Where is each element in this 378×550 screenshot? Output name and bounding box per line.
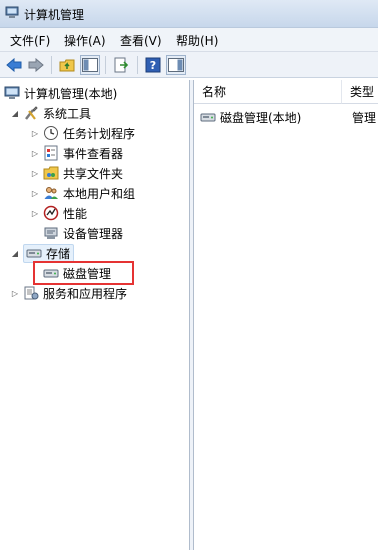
back-button[interactable] bbox=[4, 55, 24, 75]
tree-item-event-viewer[interactable]: ▷ 事件查看器 bbox=[30, 144, 123, 162]
column-header-label: 名称 bbox=[202, 85, 227, 99]
menu-view[interactable]: 查看(V) bbox=[120, 32, 162, 49]
list-pane[interactable]: 名称 类型 磁盘管理(本地) 管理 bbox=[194, 80, 378, 550]
menu-action[interactable]: 操作(A) bbox=[64, 32, 106, 49]
list-item[interactable]: 磁盘管理(本地) bbox=[200, 108, 301, 126]
toolbar: ? bbox=[0, 52, 378, 78]
column-header-label: 类型 bbox=[350, 85, 375, 99]
forward-button[interactable] bbox=[26, 55, 46, 75]
up-folder-icon bbox=[59, 59, 75, 72]
list-item-type: 管理 bbox=[352, 108, 376, 126]
title-bar: 计算机管理 bbox=[0, 0, 378, 28]
expand-arrow-icon[interactable]: ▷ bbox=[30, 208, 40, 218]
expand-arrow-icon[interactable]: ▷ bbox=[10, 288, 20, 298]
tree-item-label: 任务计划程序 bbox=[63, 126, 136, 141]
tree-pane[interactable]: 计算机管理(本地) ◢ 系统工具 ▷ 任务计划程序 ▷ 事件查看器 ▷ 共享文件… bbox=[0, 80, 190, 550]
list-item-name: 磁盘管理(本地) bbox=[220, 110, 302, 125]
window-title: 计算机管理 bbox=[24, 8, 85, 22]
tree-item-device-manager[interactable]: 设备管理器 bbox=[43, 224, 123, 242]
computer-management-icon bbox=[5, 6, 19, 18]
tree-item-task-scheduler[interactable]: ▷ 任务计划程序 bbox=[30, 124, 135, 142]
expand-arrow-icon[interactable]: ▷ bbox=[30, 128, 40, 138]
services-icon bbox=[24, 286, 39, 300]
svg-text:?: ? bbox=[150, 59, 156, 72]
back-arrow-icon bbox=[6, 58, 22, 72]
help-icon: ? bbox=[145, 57, 161, 73]
tree-item-root[interactable]: 计算机管理(本地) bbox=[4, 84, 117, 102]
column-header-type[interactable]: 类型 bbox=[342, 80, 378, 104]
tree-item-services-apps[interactable]: ▷ 服务和应用程序 bbox=[10, 284, 127, 302]
expand-arrow-icon[interactable]: ▷ bbox=[30, 168, 40, 178]
help-button[interactable]: ? bbox=[143, 55, 163, 75]
show-hide-action-icon bbox=[168, 58, 184, 72]
menu-bar: 文件(F) 操作(A) 查看(V) 帮助(H) bbox=[0, 28, 378, 52]
collapse-arrow-icon[interactable]: ◢ bbox=[10, 248, 20, 258]
tree-item-label: 共享文件夹 bbox=[63, 166, 124, 181]
tree-item-performance[interactable]: ▷ 性能 bbox=[30, 204, 87, 222]
tree-item-label: 存储 bbox=[46, 246, 71, 261]
tree-item-label: 计算机管理(本地) bbox=[24, 86, 118, 101]
tree-item-label: 系统工具 bbox=[43, 106, 92, 121]
tree-item-local-users[interactable]: ▷ 本地用户和组 bbox=[30, 184, 135, 202]
event-viewer-icon bbox=[44, 145, 58, 161]
performance-icon bbox=[43, 205, 59, 221]
expand-arrow-icon[interactable]: ▷ bbox=[30, 148, 40, 158]
column-header-name[interactable]: 名称 bbox=[194, 80, 342, 104]
show-hide-tree-icon bbox=[82, 58, 98, 72]
show-hide-action-pane-button[interactable] bbox=[166, 55, 186, 75]
tree-item-label: 事件查看器 bbox=[63, 146, 124, 161]
users-icon bbox=[44, 187, 58, 199]
tree-item-system-tools[interactable]: ◢ 系统工具 bbox=[10, 104, 91, 122]
disk-management-icon bbox=[200, 113, 216, 122]
highlight-annotation-box bbox=[33, 261, 134, 285]
tree-item-storage[interactable]: ◢ 存储 bbox=[10, 243, 75, 263]
up-level-button[interactable] bbox=[57, 55, 77, 75]
tree-item-label: 设备管理器 bbox=[63, 226, 124, 241]
storage-icon bbox=[26, 249, 42, 258]
show-hide-tree-button[interactable] bbox=[80, 55, 100, 75]
shared-folder-icon bbox=[43, 166, 59, 180]
expand-arrow-icon[interactable]: ▷ bbox=[30, 188, 40, 198]
menu-help[interactable]: 帮助(H) bbox=[176, 32, 218, 49]
export-list-button[interactable] bbox=[111, 55, 131, 75]
collapse-arrow-icon[interactable]: ◢ bbox=[10, 108, 20, 118]
tree-item-label: 本地用户和组 bbox=[63, 186, 136, 201]
tree-item-label: 性能 bbox=[63, 206, 88, 221]
storage-selection[interactable]: 存储 bbox=[23, 243, 75, 263]
tree-item-shared-folders[interactable]: ▷ 共享文件夹 bbox=[30, 164, 123, 182]
tools-icon bbox=[25, 106, 38, 120]
export-list-icon bbox=[114, 57, 129, 73]
clock-icon bbox=[44, 126, 58, 140]
tree-item-label: 服务和应用程序 bbox=[43, 286, 128, 301]
menu-file[interactable]: 文件(F) bbox=[10, 32, 50, 49]
device-manager-icon bbox=[44, 227, 58, 239]
list-item-type-label: 管理 bbox=[352, 110, 377, 125]
computer-management-icon bbox=[4, 86, 20, 99]
forward-arrow-icon bbox=[28, 58, 44, 72]
